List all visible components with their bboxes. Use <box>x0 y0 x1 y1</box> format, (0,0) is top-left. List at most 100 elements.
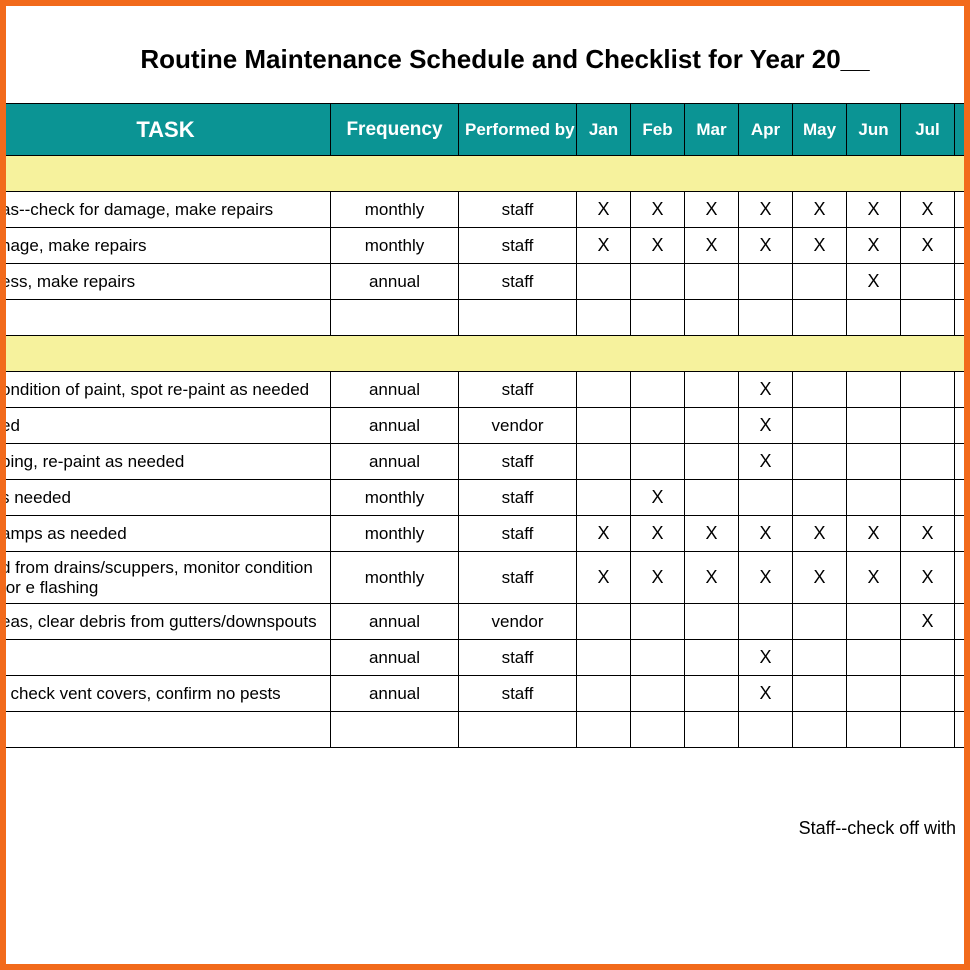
cell-month <box>793 480 847 516</box>
cell-month <box>577 604 631 640</box>
cell-month <box>685 712 739 748</box>
cell-month: X <box>631 516 685 552</box>
cell-month <box>793 372 847 408</box>
cell-month: X <box>793 228 847 264</box>
cell-month: X <box>739 516 793 552</box>
cell-month <box>577 264 631 300</box>
cell-cut <box>955 552 970 604</box>
cell-month <box>577 640 631 676</box>
cell-performed-by: staff <box>459 552 577 604</box>
cell-month: X <box>847 264 901 300</box>
table-row: amps as neededmonthlystaffXXXXXXX <box>1 516 970 552</box>
cell-month <box>685 444 739 480</box>
cell-performed-by: staff <box>459 372 577 408</box>
cell-frequency: annual <box>331 676 459 712</box>
cell-month <box>739 712 793 748</box>
cell-cut <box>955 640 970 676</box>
cell-month: X <box>577 192 631 228</box>
cell-month <box>901 372 955 408</box>
divider-cell <box>1 336 970 372</box>
table-row: ondition of paint, spot re-paint as need… <box>1 372 970 408</box>
cell-month <box>901 408 955 444</box>
cell-cut <box>955 712 970 748</box>
cell-month <box>739 480 793 516</box>
cell-performed-by: vendor <box>459 408 577 444</box>
cell-month <box>739 264 793 300</box>
cell-month: X <box>739 372 793 408</box>
cell-task: ess, make repairs <box>1 264 331 300</box>
table-row: s neededmonthlystaffX <box>1 480 970 516</box>
cell-month <box>631 676 685 712</box>
cell-month: X <box>739 444 793 480</box>
cell-task: eas, clear debris from gutters/downspout… <box>1 604 331 640</box>
cell-frequency: annual <box>331 408 459 444</box>
table-row: eas, clear debris from gutters/downspout… <box>1 604 970 640</box>
cell-performed-by <box>459 712 577 748</box>
cell-month: X <box>577 516 631 552</box>
cell-cut <box>955 444 970 480</box>
cell-month <box>901 300 955 336</box>
header-mar: Mar <box>685 104 739 156</box>
cell-frequency: annual <box>331 444 459 480</box>
cell-month <box>577 480 631 516</box>
cell-month <box>793 444 847 480</box>
cell-frequency: monthly <box>331 192 459 228</box>
cell-month <box>685 300 739 336</box>
cell-month: X <box>901 192 955 228</box>
cell-month <box>847 604 901 640</box>
cell-performed-by: vendor <box>459 604 577 640</box>
header-frequency: Frequency <box>331 104 459 156</box>
cell-month <box>847 300 901 336</box>
cell-frequency: monthly <box>331 480 459 516</box>
cell-month: X <box>901 516 955 552</box>
cell-cut <box>955 408 970 444</box>
cell-month <box>793 604 847 640</box>
cell-month: X <box>685 516 739 552</box>
table-row <box>1 712 970 748</box>
cell-month: X <box>847 552 901 604</box>
cell-cut <box>955 604 970 640</box>
cell-cut <box>955 372 970 408</box>
cell-month <box>631 408 685 444</box>
cell-month <box>685 676 739 712</box>
cell-month: X <box>739 408 793 444</box>
cell-month <box>577 712 631 748</box>
cell-month: X <box>793 192 847 228</box>
cell-month <box>901 444 955 480</box>
section-divider <box>1 156 970 192</box>
cell-cut <box>955 264 970 300</box>
cell-task: d from drains/scuppers, monitor conditio… <box>1 552 331 604</box>
cell-performed-by: staff <box>459 444 577 480</box>
table-body: as--check for damage, make repairsmonthl… <box>1 156 970 748</box>
cell-month: X <box>793 516 847 552</box>
cell-month: X <box>739 192 793 228</box>
maintenance-table: TASK Frequency Performed by Jan Feb Mar … <box>0 103 970 748</box>
cell-month <box>847 444 901 480</box>
cell-month: X <box>631 552 685 604</box>
cell-performed-by: staff <box>459 480 577 516</box>
cell-month <box>739 604 793 640</box>
cell-task: ed <box>1 408 331 444</box>
cell-task: ping, re-paint as needed <box>1 444 331 480</box>
cell-month: X <box>901 604 955 640</box>
header-jan: Jan <box>577 104 631 156</box>
cell-month: X <box>739 552 793 604</box>
cell-month <box>901 676 955 712</box>
cell-performed-by: staff <box>459 516 577 552</box>
cell-month: X <box>685 228 739 264</box>
cell-month <box>631 604 685 640</box>
table-row: d from drains/scuppers, monitor conditio… <box>1 552 970 604</box>
cell-performed-by <box>459 300 577 336</box>
header-cut <box>955 104 970 156</box>
cell-month <box>793 408 847 444</box>
cell-frequency: annual <box>331 640 459 676</box>
cell-task: amps as needed <box>1 516 331 552</box>
cell-month: X <box>847 228 901 264</box>
header-may: May <box>793 104 847 156</box>
cell-frequency: annual <box>331 604 459 640</box>
cell-performed-by: staff <box>459 228 577 264</box>
cell-month: X <box>631 480 685 516</box>
header-apr: Apr <box>739 104 793 156</box>
cell-month <box>685 604 739 640</box>
table-row <box>1 300 970 336</box>
